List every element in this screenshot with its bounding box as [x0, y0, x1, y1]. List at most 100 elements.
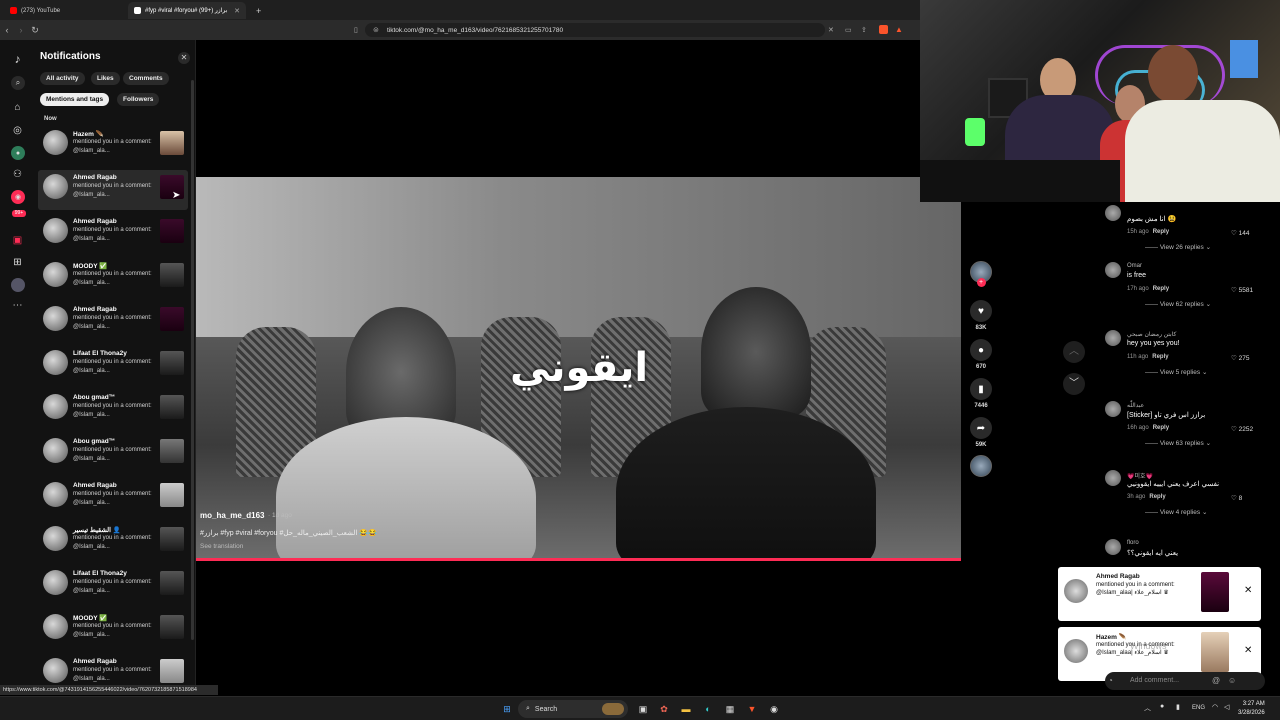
language-indicator[interactable]: ENG [1192, 705, 1205, 711]
comment-like-button[interactable]: ♡ 8 [1231, 494, 1242, 502]
comment-avatar[interactable] [1105, 539, 1121, 555]
close-notifications-icon[interactable]: ✕ [178, 52, 190, 64]
forward-icon[interactable]: › [14, 25, 28, 35]
wifi-icon[interactable]: ◠ [1212, 703, 1218, 711]
comment-like-button[interactable]: ♡ 275 [1231, 354, 1250, 362]
notification-thumbnail[interactable] [160, 219, 184, 243]
taskbar-clock[interactable]: 3:27 AM 3/28/2026 [1238, 700, 1265, 718]
task-view-icon[interactable]: ▣ [636, 702, 650, 716]
comment-avatar[interactable] [1105, 330, 1121, 346]
see-translation-link[interactable]: See translation [200, 543, 243, 550]
tray-mic-icon[interactable]: ▮ [1176, 703, 1180, 711]
tab-tiktok[interactable]: #fyp #viral #foryou# برازر (+99) ✕ [128, 2, 246, 19]
brave-icon[interactable]: ▼ [745, 702, 759, 716]
save-button[interactable]: ▮ 7446 [970, 378, 992, 409]
comment-like-button[interactable]: ♡ 5581 [1231, 286, 1253, 294]
brave-rewards-icon[interactable]: ▲ [895, 25, 903, 34]
notification-avatar[interactable] [43, 394, 68, 419]
tiktok-logo-icon[interactable]: ♪ [11, 52, 24, 66]
reload-icon[interactable]: ↻ [28, 25, 42, 36]
cast-icon[interactable]: ▭ [845, 26, 852, 34]
friends-icon[interactable]: ◉ [11, 190, 25, 204]
filter-comments[interactable]: Comments [123, 72, 169, 85]
notification-avatar[interactable] [43, 306, 68, 331]
notification-thumbnail[interactable] [160, 439, 184, 463]
notification-thumbnail[interactable] [160, 659, 184, 683]
following-icon[interactable]: ⚇ [11, 168, 24, 181]
notification-thumbnail[interactable] [160, 395, 184, 419]
bookmark-icon[interactable]: ▯ [354, 26, 358, 34]
url-input[interactable]: ⊜ tiktok.com/@mo_ha_me_d163/video/762168… [365, 23, 825, 37]
share-icon[interactable]: ⇪ [861, 26, 867, 34]
comment-button[interactable]: ● 670 [970, 339, 992, 370]
notification-avatar[interactable] [43, 570, 68, 595]
notification-item[interactable]: MOODY ✅ mentioned you in a comment: @Isla… [38, 258, 188, 298]
follow-plus-icon[interactable]: + [976, 278, 986, 287]
mute-icon[interactable]: ✕ [828, 26, 834, 34]
search-icon[interactable]: ⌕ [11, 76, 25, 90]
notification-thumbnail[interactable] [160, 351, 184, 375]
tab-youtube[interactable]: (273) YouTube [4, 2, 124, 19]
like-button[interactable]: ♥ 83K [970, 300, 992, 331]
view-replies-button[interactable]: —— View 62 replies ⌄ [1145, 300, 1211, 308]
view-replies-button[interactable]: —— View 5 replies ⌄ [1145, 368, 1207, 376]
file-explorer-icon[interactable]: ▬ [679, 702, 693, 716]
notification-item[interactable]: Lifaat El Thona2y mentioned you in a comm… [38, 346, 188, 386]
reply-button[interactable]: Reply [1152, 354, 1168, 360]
view-replies-button[interactable]: —— View 63 replies ⌄ [1145, 439, 1211, 447]
next-video-button[interactable]: ﹀ [1063, 373, 1085, 395]
comment-like-button[interactable]: ♡ 2252 [1231, 425, 1253, 433]
comment-author[interactable]: Omar [1127, 263, 1142, 269]
video-author[interactable]: mo_ha_me_d163 [200, 511, 264, 520]
comment-avatar[interactable] [1105, 205, 1121, 221]
taskbar-search[interactable]: ⌕ Search [518, 700, 628, 718]
explore-icon[interactable]: ◎ [11, 124, 24, 137]
toast-notification[interactable]: Ahmed Ragab mentioned you in a comment: … [1058, 567, 1261, 621]
notification-item[interactable]: الشقيط تيسير 👤 mentioned you in a comment… [38, 522, 188, 562]
add-comment-input[interactable]: Add comment... [1105, 672, 1265, 690]
notification-avatar[interactable] [43, 262, 68, 287]
notification-item[interactable]: Abou gmad™ mentioned you in a comment: @I… [38, 390, 188, 430]
edge-icon[interactable]: ◐ [701, 702, 715, 716]
reply-button[interactable]: Reply [1149, 494, 1165, 500]
back-icon[interactable]: ‹ [0, 25, 14, 35]
creator-avatar-button[interactable]: + [970, 261, 992, 287]
notification-avatar[interactable] [43, 658, 68, 683]
notification-thumbnail[interactable] [160, 131, 184, 155]
copilot-icon[interactable]: ✿ [657, 702, 671, 716]
volume-icon[interactable]: ◁ [1224, 703, 1229, 711]
notification-item[interactable]: Ahmed Ragab mentioned you in a comment: @… [38, 654, 188, 685]
notification-avatar[interactable] [43, 350, 68, 375]
new-tab-button[interactable]: + [250, 2, 264, 19]
comment-author[interactable]: 💗미호💗 [1127, 471, 1153, 480]
tray-app-icon[interactable]: ● [1160, 703, 1164, 710]
windows-start-icon[interactable]: ⊞ [500, 702, 514, 716]
view-replies-button[interactable]: —— View 4 replies ⌄ [1145, 508, 1207, 516]
notification-avatar[interactable] [43, 482, 68, 507]
chrome-icon[interactable]: ◉ [767, 702, 781, 716]
upload-icon[interactable]: ⊞ [11, 256, 24, 269]
brave-shield-icon[interactable] [879, 25, 888, 34]
comment-avatar[interactable] [1105, 401, 1121, 417]
sound-disc-button[interactable] [970, 455, 992, 477]
site-info-icon[interactable]: ⊜ [373, 26, 379, 34]
home-icon[interactable]: ⌂ [11, 101, 24, 114]
notification-avatar[interactable] [43, 526, 68, 551]
notification-thumbnail[interactable] [160, 571, 184, 595]
notification-item[interactable]: Ahmed Ragab mentioned you in a comment: @… [38, 214, 188, 254]
comment-avatar[interactable] [1105, 262, 1121, 278]
reply-button[interactable]: Reply [1153, 286, 1169, 292]
more-icon[interactable]: ⋯ [11, 299, 24, 312]
comment-author[interactable]: عبداللّٰه [1127, 402, 1144, 409]
comment-author[interactable]: كابتن رمضان صبحي [1127, 331, 1176, 338]
close-tab-icon[interactable]: ✕ [234, 7, 240, 15]
filter-all-activity[interactable]: All activity [40, 72, 85, 85]
comment-like-button[interactable]: ♡ 144 [1231, 229, 1250, 237]
video-progress-bar[interactable] [196, 558, 961, 561]
previous-video-button[interactable]: ︿ [1063, 341, 1085, 363]
filter-mentions-and-tags[interactable]: Mentions and tags [40, 93, 110, 106]
notification-thumbnail[interactable] [160, 483, 184, 507]
notification-avatar[interactable] [43, 438, 68, 463]
mention-icon[interactable]: @ [1212, 676, 1220, 685]
notification-thumbnail[interactable] [160, 615, 184, 639]
